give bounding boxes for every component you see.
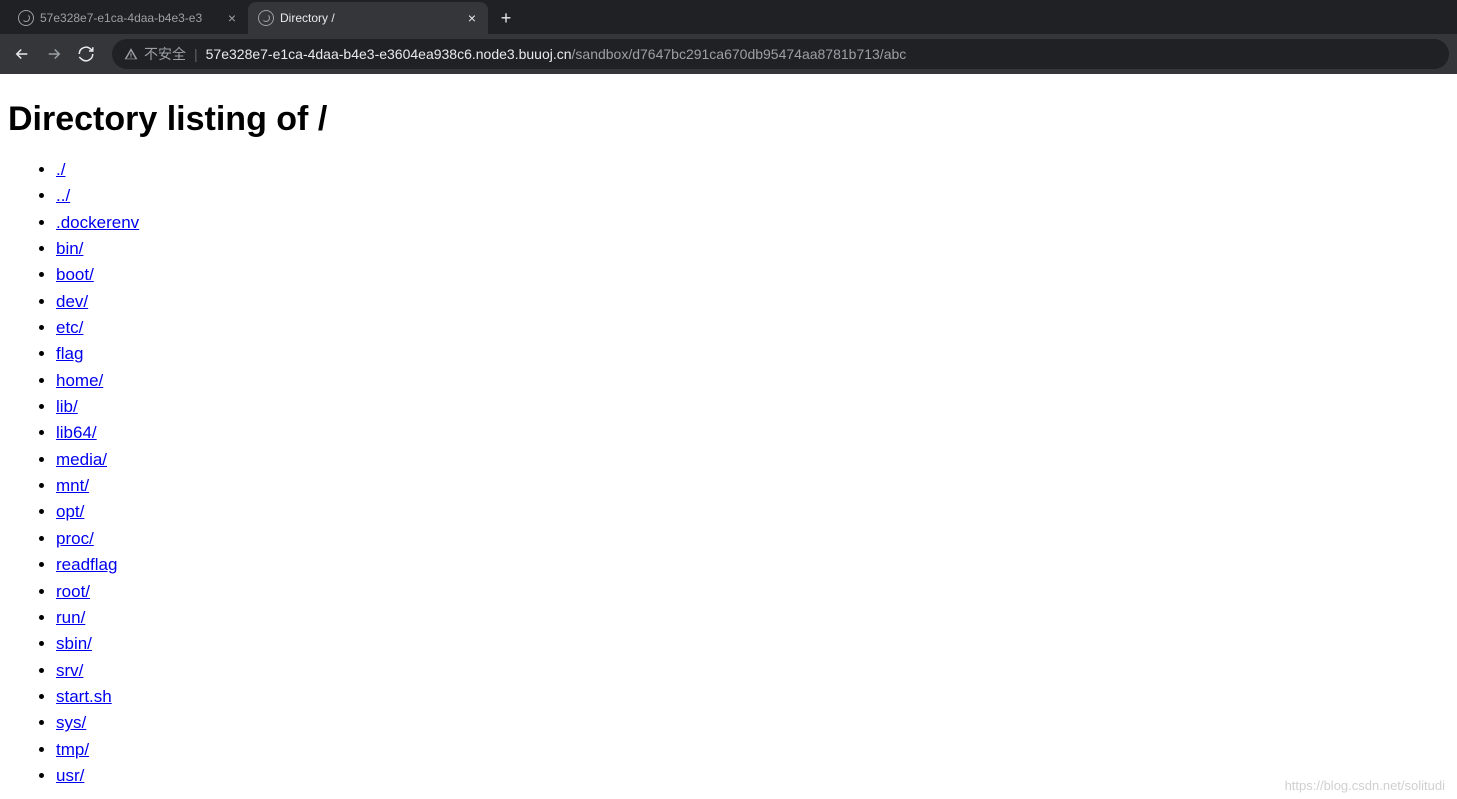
directory-link[interactable]: ../ (56, 186, 70, 205)
list-item: home/ (56, 368, 1449, 394)
list-item: lib/ (56, 394, 1449, 420)
tab-1[interactable]: Directory / × (248, 2, 488, 34)
directory-link[interactable]: lib64/ (56, 423, 97, 442)
tab-title: 57e328e7-e1ca-4daa-b4e3-e3 (40, 11, 220, 25)
directory-link[interactable]: home/ (56, 371, 103, 390)
page-title: Directory listing of / (8, 100, 1449, 139)
close-icon[interactable]: × (466, 9, 478, 27)
list-item: media/ (56, 447, 1449, 473)
globe-icon (18, 10, 34, 26)
list-item: boot/ (56, 262, 1449, 288)
list-item: srv/ (56, 658, 1449, 684)
address-bar[interactable]: 不安全 | 57e328e7-e1ca-4daa-b4e3-e3604ea938… (112, 39, 1449, 69)
directory-list: ./ ../ .dockerenv bin/boot/dev/etc/flag home… (8, 157, 1449, 789)
directory-link[interactable]: start.sh (56, 687, 112, 706)
directory-link[interactable]: lib/ (56, 397, 78, 416)
warning-icon (124, 47, 138, 61)
directory-link[interactable]: sys/ (56, 713, 86, 732)
tab-0[interactable]: 57e328e7-e1ca-4daa-b4e3-e3 × (8, 2, 248, 34)
list-item: .dockerenv (56, 210, 1449, 236)
list-item: sbin/ (56, 631, 1449, 657)
list-item: sys/ (56, 710, 1449, 736)
directory-link[interactable]: media/ (56, 450, 107, 469)
directory-link[interactable]: dev/ (56, 292, 88, 311)
list-item: run/ (56, 605, 1449, 631)
list-item: usr/ (56, 763, 1449, 789)
list-item: etc/ (56, 315, 1449, 341)
globe-icon (258, 10, 274, 26)
directory-link[interactable]: root/ (56, 582, 90, 601)
directory-link[interactable]: sbin/ (56, 634, 92, 653)
directory-link[interactable]: usr/ (56, 766, 84, 785)
directory-link[interactable]: opt/ (56, 502, 84, 521)
tab-title: Directory / (280, 11, 460, 25)
close-icon[interactable]: × (226, 9, 238, 27)
list-item: flag (56, 341, 1449, 367)
directory-link[interactable]: tmp/ (56, 740, 89, 759)
list-item: dev/ (56, 289, 1449, 315)
back-button[interactable] (8, 40, 36, 68)
security-indicator[interactable]: 不安全 (124, 44, 186, 64)
directory-link[interactable]: etc/ (56, 318, 83, 337)
page-content: Directory listing of / ./ ../ .dockerenv bi… (0, 74, 1457, 797)
reload-button[interactable] (72, 40, 100, 68)
url-path: /sandbox/d7647bc291ca670db95474aa8781b71… (572, 46, 907, 62)
divider: | (194, 46, 198, 62)
list-item: opt/ (56, 499, 1449, 525)
list-item: ../ (56, 183, 1449, 209)
directory-link[interactable]: srv/ (56, 661, 83, 680)
directory-link[interactable]: bin/ (56, 239, 83, 258)
list-item: tmp/ (56, 737, 1449, 763)
list-item: readflag (56, 552, 1449, 578)
directory-link[interactable]: boot/ (56, 265, 94, 284)
list-item: start.sh (56, 684, 1449, 710)
tab-strip: 57e328e7-e1ca-4daa-b4e3-e3 × Directory /… (0, 0, 1457, 34)
list-item: proc/ (56, 526, 1449, 552)
list-item: bin/ (56, 236, 1449, 262)
directory-link[interactable]: run/ (56, 608, 85, 627)
directory-link[interactable]: mnt/ (56, 476, 89, 495)
new-tab-button[interactable]: + (492, 4, 520, 32)
forward-button[interactable] (40, 40, 68, 68)
security-label: 不安全 (144, 44, 186, 64)
directory-link[interactable]: ./ (56, 160, 65, 179)
url-text: 57e328e7-e1ca-4daa-b4e3-e3604ea938c6.nod… (206, 46, 907, 62)
directory-link[interactable]: .dockerenv (56, 213, 139, 232)
list-item: lib64/ (56, 420, 1449, 446)
url-host: 57e328e7-e1ca-4daa-b4e3-e3604ea938c6.nod… (206, 46, 572, 62)
list-item: mnt/ (56, 473, 1449, 499)
directory-link[interactable]: flag (56, 344, 83, 363)
directory-link[interactable]: readflag (56, 555, 117, 574)
toolbar: 不安全 | 57e328e7-e1ca-4daa-b4e3-e3604ea938… (0, 34, 1457, 74)
list-item: ./ (56, 157, 1449, 183)
list-item: root/ (56, 579, 1449, 605)
directory-link[interactable]: proc/ (56, 529, 94, 548)
